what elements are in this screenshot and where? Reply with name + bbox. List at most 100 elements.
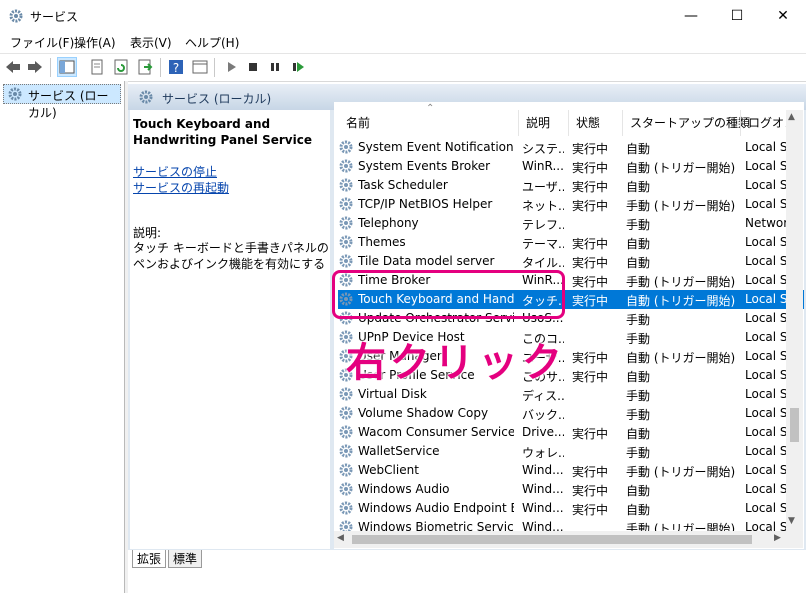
service-gear-icon [339,463,353,477]
column-separator[interactable] [740,110,741,136]
cell-startup-type: 手動 [626,389,651,403]
play-icon[interactable] [222,58,240,76]
service-gear-icon [339,501,353,515]
tab-standard[interactable]: 標準 [168,550,203,568]
close-button[interactable]: ✕ [760,0,806,31]
cell-status: 実行中 [572,503,609,517]
cell-startup-type: 自動 (トリガー開始) [626,294,736,308]
resume-icon[interactable] [289,58,307,76]
console-tree-icon[interactable] [57,57,77,77]
column-separator[interactable] [568,110,569,136]
scroll-right-icon[interactable]: ▶ [774,533,781,543]
toolbar-separator [214,58,215,77]
cell-description: ネット... [522,199,564,213]
cell-description: タイル... [522,256,564,270]
maximize-button[interactable]: ☐ [714,0,760,31]
scroll-thumb[interactable] [790,408,799,442]
cell-startup-type: 自動 [626,142,651,156]
cell-status: 実行中 [572,256,609,270]
cell-startup-type: 手動 [626,313,651,327]
scroll-thumb[interactable] [352,535,752,544]
pause-icon[interactable] [266,58,284,76]
toolbar-separator [160,58,161,77]
export-icon[interactable] [136,58,154,76]
menu-help[interactable]: ヘルプ(H) [185,34,239,51]
horizontal-scrollbar[interactable]: ◀ ▶ [334,531,786,548]
cell-description: ウォレ... [522,446,564,460]
table-row[interactable]: Volume Shadow Copyバック...手動Local S [338,404,804,423]
cell-name: Themes [358,235,406,249]
menu-view[interactable]: 表示(V) [130,34,172,51]
cell-status: 実行中 [572,427,609,441]
view-tabs: 拡張 標準 [128,550,806,593]
column-header-name[interactable]: 名前 [346,114,370,131]
service-gear-icon [339,159,353,173]
stop-service-link[interactable]: サービスの停止 [133,163,217,180]
vertical-scrollbar[interactable]: ▲ ▼ [786,110,803,531]
scroll-up-icon[interactable]: ▲ [788,112,795,122]
service-gear-icon [339,178,353,192]
menu-file[interactable]: ファイル(F) [10,34,74,51]
scroll-left-icon[interactable]: ◀ [337,533,344,543]
cell-startup-type: 自動 (トリガー開始) [626,351,736,365]
tree-item-services-local[interactable]: サービス (ローカル) [3,84,121,120]
services-gear-icon [9,9,23,23]
refresh-icon[interactable] [112,58,130,76]
table-row[interactable]: Telephonyテレフ...手動Networ [338,214,804,233]
table-row[interactable]: WebClient Wind... 実行中 手動 (トリガー開始) Local S [338,461,804,480]
annotation-right-click: 右クリック [346,340,566,386]
column-header-status[interactable]: 状態 [576,114,600,131]
table-row[interactable]: Windows Audio Endpoint B... Wind... 実行中 自動 L… [338,499,804,518]
table-row[interactable]: System Event Notification S... システ... 実行中 自… [338,138,804,157]
cell-startup-type: 自動 [626,256,651,270]
cell-name: Telephony [358,216,419,230]
service-gear-icon [339,444,353,458]
cell-startup-type: 手動 [626,408,651,422]
cell-startup-type: 手動 [626,446,651,460]
cell-name: Volume Shadow Copy [358,406,489,420]
column-separator[interactable] [622,110,623,136]
cell-startup-type: 自動 [626,180,651,194]
cell-description: ユーザ... [522,180,564,194]
back-arrow-icon[interactable] [4,58,22,76]
panel-title: サービス (ローカル) [162,92,272,106]
cell-name: WebClient [358,463,419,477]
view-icon[interactable] [191,58,209,76]
table-row[interactable]: Windows Audio Wind... 実行中 自動 Local S [338,480,804,499]
table-row[interactable]: Wacom Consumer Service Drive... 実行中 自動 Local… [338,423,804,442]
column-header-startup-type[interactable]: スタートアップの種類 [630,114,750,131]
table-row[interactable]: Themesテーマ...実行中自動Local S [338,233,804,252]
cell-name: Windows Audio [358,482,450,496]
minimize-button[interactable]: — [668,0,714,31]
properties-icon[interactable] [88,58,106,76]
column-separator[interactable] [518,110,519,136]
cell-description: Wind... [522,482,564,496]
column-header-description[interactable]: 説明 [526,114,550,131]
forward-arrow-icon[interactable] [26,58,44,76]
table-row[interactable]: TCP/IP NetBIOS Helper ネット... 実行中 手動 (トリガー開始… [338,195,804,214]
cell-status: 実行中 [572,370,609,384]
service-gear-icon [339,425,353,439]
menu-action[interactable]: 操作(A) [74,34,116,51]
table-row[interactable]: System Events Broker WinR... 実行中 自動 (トリガー開始… [338,157,804,176]
table-row[interactable]: WalletServiceウォレ...手動Local S [338,442,804,461]
help-icon[interactable]: ? [167,58,185,76]
scroll-down-icon[interactable]: ▼ [788,516,795,526]
cell-startup-type: 自動 [626,484,651,498]
service-gear-icon [339,235,353,249]
cell-name: TCP/IP NetBIOS Helper [358,197,493,211]
cell-description: Wind... [522,501,564,515]
menu-bar: ファイル(F) 操作(A) 表示(V) ヘルプ(H) [0,31,806,53]
title-bar: サービス — ☐ ✕ [0,0,806,31]
tab-extended[interactable]: 拡張 [132,550,167,568]
service-detail-pane: Touch Keyboard and Handwriting Panel Ser… [130,110,330,549]
cell-status: 実行中 [572,351,609,365]
description-label: 説明: [133,226,162,240]
cell-startup-type: 自動 (トリガー開始) [626,161,736,175]
restart-service-link[interactable]: サービスの再起動 [133,179,229,196]
cell-startup-type: 手動 (トリガー開始) [626,275,736,289]
table-row[interactable]: Tile Data model serverタイル...実行中自動Local S [338,252,804,271]
stop-icon[interactable] [244,58,262,76]
table-row[interactable]: Task Schedulerユーザ...実行中自動Local S [338,176,804,195]
console-tree: サービス (ローカル) [0,81,125,593]
